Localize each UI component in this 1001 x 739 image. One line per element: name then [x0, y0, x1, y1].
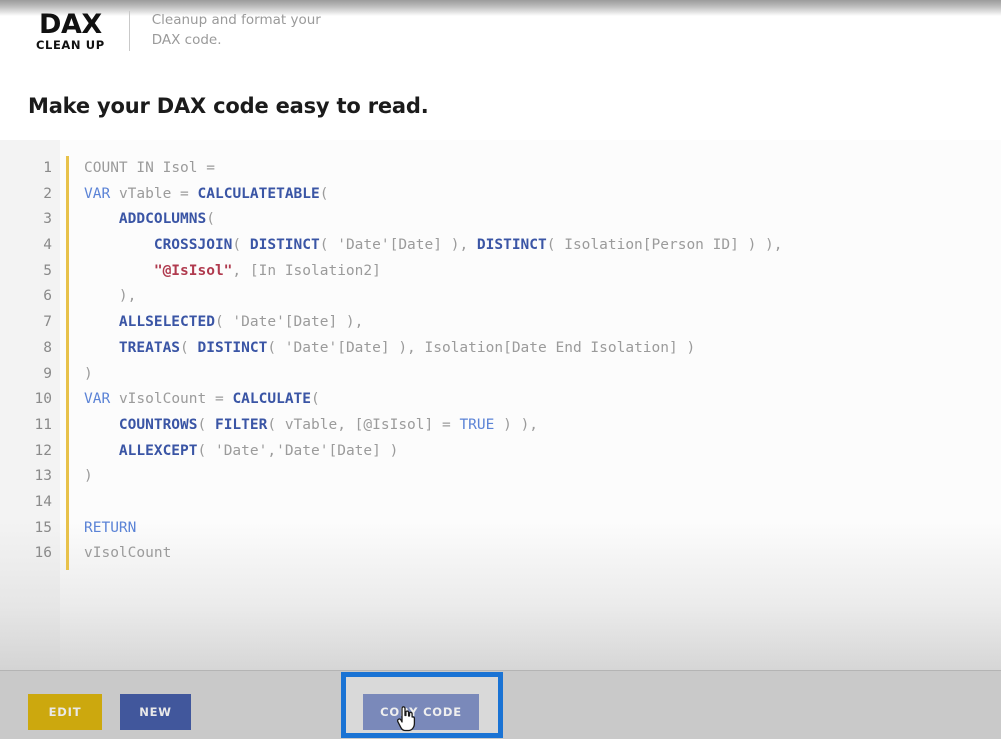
code-line-text: TREATAS( DISTINCT( 'Date'[Date] ), Isola…	[118, 339, 696, 356]
line-number: 14	[34, 493, 52, 510]
header-tagline: Cleanup and format your DAX code.	[151, 12, 321, 48]
line-number: 9	[43, 365, 52, 382]
line-number: 16	[34, 545, 52, 562]
code-line: 16 vIsolCount	[0, 541, 1001, 567]
code-line: 10 VAR vIsolCount = CALCULATE(	[0, 387, 1001, 413]
line-number: 8	[43, 339, 52, 356]
code-line-text: COUNTROWS( FILTER( vTable, [@IsIsol] = T…	[118, 416, 539, 433]
line-number: 5	[43, 262, 52, 279]
code-line: 1 COUNT IN Isol =	[0, 156, 1001, 182]
line-number: 11	[34, 416, 52, 433]
logo-secondary-text: CLEAN UP	[36, 37, 105, 52]
new-button[interactable]: NEW	[120, 694, 191, 730]
code-line: 4 CROSSJOIN( DISTINCT( 'Date'[Date] ), D…	[0, 233, 1001, 259]
code-line-text: ADDCOLUMNS(	[118, 211, 215, 228]
code-line: 12 ALLEXCEPT( 'Date','Date'[Date] )	[0, 439, 1001, 465]
code-line-text: VAR vIsolCount = CALCULATE(	[84, 391, 320, 408]
code-line: 6 ),	[0, 284, 1001, 310]
code-line-text: VAR vTable = CALCULATETABLE(	[84, 185, 329, 202]
line-number: 7	[43, 314, 52, 331]
code-line-text: CROSSJOIN( DISTINCT( 'Date'[Date] ), DIS…	[153, 237, 783, 254]
header-divider	[128, 11, 130, 51]
line-number: 10	[34, 391, 52, 408]
code-content[interactable]: 1 COUNT IN Isol = 2 VAR vTable = CALCULATET…	[0, 156, 1001, 567]
code-line: 7 ALLSELECTED( 'Date'[Date] ),	[0, 310, 1001, 336]
bottom-toolbar: EDIT NEW COPY CODE	[0, 670, 1001, 739]
logo-primary-text: DAX	[39, 8, 102, 40]
code-line-text: ALLEXCEPT( 'Date','Date'[Date] )	[118, 442, 399, 459]
dax-cleanup-logo: DAX CLEAN UP	[36, 11, 105, 52]
edit-button[interactable]: EDIT	[28, 694, 102, 730]
line-number: 13	[34, 468, 52, 485]
code-line: 9)	[0, 362, 1001, 388]
code-line-text: ALLSELECTED( 'Date'[Date] ),	[118, 314, 364, 331]
code-line-text: COUNT IN Isol =	[84, 160, 215, 176]
code-line: 15 RETURN	[0, 516, 1001, 542]
code-editor-panel[interactable]: 1 COUNT IN Isol = 2 VAR vTable = CALCULATET…	[0, 140, 1001, 670]
line-number: 3	[43, 211, 52, 228]
code-line-text: vIsolCount	[84, 545, 172, 562]
code-line: 11 COUNTROWS( FILTER( vTable, [@IsIsol] …	[0, 413, 1001, 439]
code-line-text: "@IsIsol", [In Isolation2]	[153, 262, 381, 279]
code-line-text: RETURN	[84, 519, 137, 536]
app-header: DAX CLEAN UP Cleanup and format your DAX…	[0, 0, 1001, 62]
copy-code-button[interactable]: COPY CODE	[363, 694, 479, 730]
line-number: 2	[43, 185, 52, 202]
code-line: 3 ADDCOLUMNS(	[0, 207, 1001, 233]
line-number: 4	[43, 237, 52, 254]
code-line: 13)	[0, 464, 1001, 490]
code-line-text: )	[84, 468, 93, 485]
code-line: 5 "@IsIsol", [In Isolation2]	[0, 259, 1001, 285]
line-number: 1	[43, 160, 52, 176]
line-number: 6	[43, 288, 52, 305]
code-line: 8 TREATAS( DISTINCT( 'Date'[Date] ), Iso…	[0, 336, 1001, 362]
code-line-text: )	[84, 365, 93, 382]
code-line: 2 VAR vTable = CALCULATETABLE(	[0, 182, 1001, 208]
code-line: 14	[0, 490, 1001, 516]
code-line-text: ),	[84, 288, 137, 305]
page-title: Make your DAX code easy to read.	[28, 94, 429, 118]
line-number: 15	[34, 519, 52, 536]
line-number: 12	[34, 442, 52, 459]
